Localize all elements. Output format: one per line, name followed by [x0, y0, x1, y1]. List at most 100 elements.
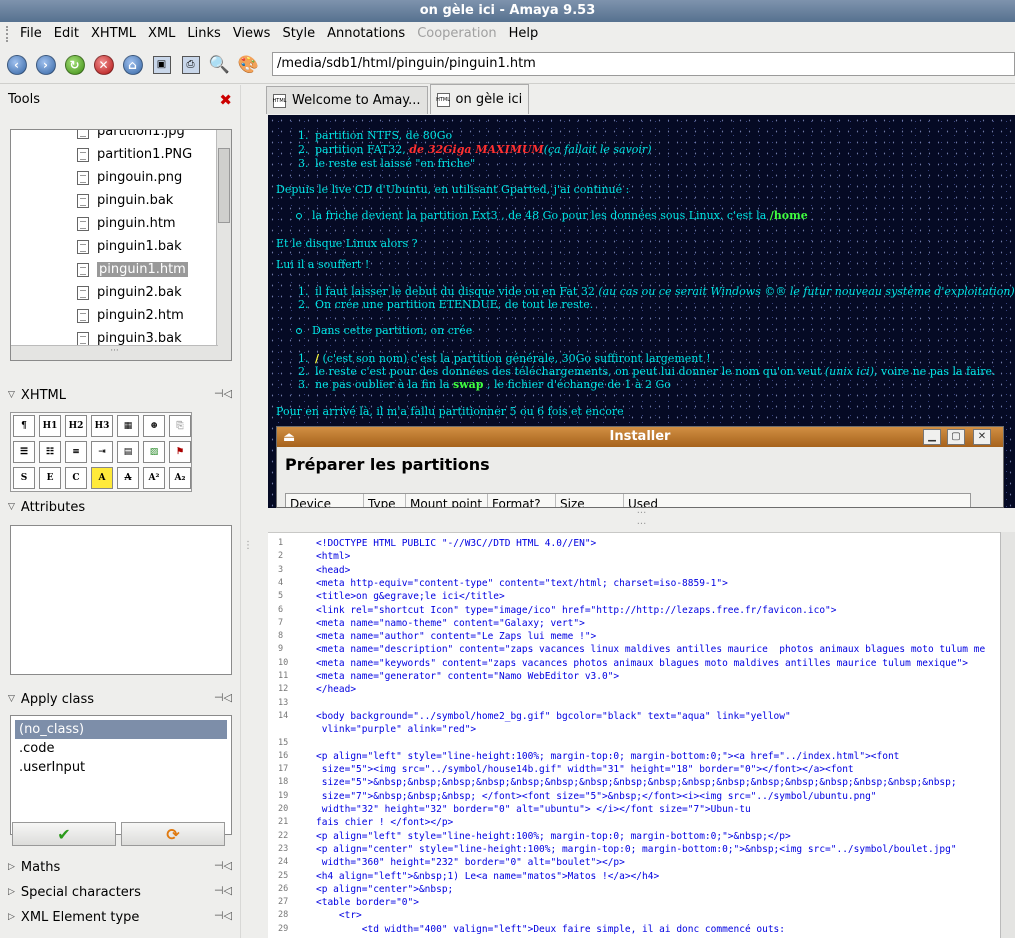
target-button[interactable]: ⊕	[143, 415, 165, 437]
h1-button[interactable]: H1	[39, 415, 61, 437]
file-list-scrollbar[interactable]	[216, 130, 231, 360]
home-button[interactable]: ⌂	[118, 48, 147, 82]
source-scrollbar[interactable]	[1000, 532, 1015, 938]
bullet-list-button[interactable]: ☰	[13, 441, 35, 463]
view-splitter[interactable]: ··· ···	[268, 508, 1015, 532]
reload-button[interactable]: ↻	[60, 48, 89, 82]
pin-icon[interactable]: ⊣◁	[214, 859, 232, 872]
print-button[interactable]: ⎙	[176, 48, 205, 82]
h2-button[interactable]: H2	[65, 415, 87, 437]
class-item[interactable]: (no_class)	[15, 720, 227, 739]
tab-welcome[interactable]: HTML Welcome to Amay...	[266, 86, 428, 114]
menu-style[interactable]: Style	[276, 22, 321, 46]
close-icon[interactable]: ✖	[219, 91, 232, 109]
menu-views[interactable]: Views	[227, 22, 277, 46]
image-button[interactable]: ▨	[143, 441, 165, 463]
back-button[interactable]: ‹	[2, 48, 31, 82]
refresh-class-button[interactable]: ⟳	[121, 822, 225, 846]
line-number: 15	[278, 737, 289, 748]
paragraph-button[interactable]: ¶	[13, 415, 35, 437]
line-number: 29	[278, 923, 289, 934]
pin-icon[interactable]: ⊣◁	[214, 884, 232, 897]
file-item-selected[interactable]: pinguin1.htm	[11, 258, 231, 281]
stop-button[interactable]: ✕	[89, 48, 118, 82]
xml-element-type-header[interactable]: ▷ XML Element type ⊣◁	[0, 905, 240, 929]
file-item[interactable]: partition1.PNG	[11, 143, 231, 166]
palette-icon: 🎨	[237, 54, 260, 75]
file-icon	[77, 130, 89, 139]
source-code: </head>	[316, 684, 357, 696]
file-icon	[77, 216, 89, 231]
file-item[interactable]: pinguin1.bak	[11, 235, 231, 258]
strikethrough-button[interactable]: A	[117, 467, 139, 489]
source-code: <td width="400" valign="left">Deux faire…	[316, 923, 785, 935]
file-item[interactable]: pinguin2.bak	[11, 281, 231, 304]
attributes-header[interactable]: ▽ Attributes	[0, 495, 240, 519]
file-item[interactable]: pingouin.png	[11, 166, 231, 189]
attributes-box[interactable]	[10, 525, 232, 675]
numbered-list-button[interactable]: ☷	[39, 441, 61, 463]
source-code: <meta name="author" content="Le Zaps lui…	[316, 631, 597, 643]
address-input[interactable]: /media/sdb1/html/pinguin/pinguin1.htm	[272, 52, 1015, 76]
maths-header[interactable]: ▷ Maths ⊣◁	[0, 855, 240, 879]
file-item[interactable]: partition1.jpg	[11, 130, 231, 143]
definition-list-button[interactable]: ≡	[65, 441, 87, 463]
maximize-icon: ▢	[947, 429, 965, 445]
preformatted-button[interactable]: ▤	[117, 441, 139, 463]
menu-file[interactable]: File	[14, 22, 48, 46]
indent-button[interactable]: ⇥	[91, 441, 113, 463]
file-item[interactable]: pinguin.htm	[11, 212, 231, 235]
menu-edit[interactable]: Edit	[48, 22, 85, 46]
class-item[interactable]: .userInput	[15, 758, 227, 777]
line-number: 6	[278, 604, 284, 615]
apply-class-button[interactable]: ✔	[12, 822, 116, 846]
menu-xml[interactable]: XML	[142, 22, 181, 46]
table-button[interactable]: ▦	[117, 415, 139, 437]
emphasis-button[interactable]: E	[39, 467, 61, 489]
panel-splitter[interactable]: ⋮	[240, 85, 264, 938]
menu-links[interactable]: Links	[181, 22, 226, 46]
pin-icon[interactable]: ⊣◁	[214, 909, 232, 922]
file-item[interactable]: pinguin.bak	[11, 189, 231, 212]
menu-help[interactable]: Help	[503, 22, 545, 46]
xhtml-header[interactable]: ▽ XHTML ⊣◁	[0, 383, 240, 407]
find-button[interactable]: 🔍	[205, 48, 234, 82]
file-icon	[77, 262, 89, 277]
strong-button[interactable]: S	[13, 467, 35, 489]
forward-button[interactable]: ›	[31, 48, 60, 82]
pin-icon[interactable]: ⊣◁	[214, 691, 232, 704]
paragraph: Depuis le live CD d'Ubuntu, en utilisant…	[276, 183, 630, 196]
copy-button[interactable]: ⎘	[169, 415, 191, 437]
style-button[interactable]: 🎨	[234, 48, 263, 82]
source-view[interactable]: 1 <!DOCTYPE HTML PUBLIC "-//W3C//DTD HTML…	[268, 532, 1015, 938]
special-characters-header[interactable]: ▷ Special characters ⊣◁	[0, 880, 240, 904]
line-number: 17	[278, 764, 289, 775]
source-code: <h4 align="left">&nbsp;1) Le<a name="mat…	[316, 870, 660, 882]
subscript-button[interactable]: A₂	[169, 467, 191, 489]
file-list-hscrollbar[interactable]: ···	[11, 345, 218, 360]
menu-annotations[interactable]: Annotations	[321, 22, 411, 46]
highlight-button[interactable]: A	[91, 467, 113, 489]
code-button[interactable]: C	[65, 467, 87, 489]
file-list[interactable]: partition1.jpg partition1.PNG pingouin.p…	[10, 129, 232, 361]
apply-class-header[interactable]: ▽ Apply class ⊣◁	[0, 687, 240, 711]
file-item[interactable]: pinguin2.htm	[11, 304, 231, 327]
save-button[interactable]: ▣	[147, 48, 176, 82]
object-button[interactable]: ⚑	[169, 441, 191, 463]
expand-icon: ▷	[8, 912, 15, 922]
html-file-icon: HTML	[436, 92, 450, 107]
scroll-thumb[interactable]	[218, 148, 230, 223]
line-number: 19	[278, 790, 289, 801]
pin-icon[interactable]: ⊣◁	[214, 387, 232, 400]
superscript-button[interactable]: A²	[143, 467, 165, 489]
h3-button[interactable]: H3	[91, 415, 113, 437]
source-code: <p align="left" style="line-height:100%;…	[316, 830, 791, 842]
class-item[interactable]: .code	[15, 739, 227, 758]
reload-icon: ↻	[64, 54, 85, 75]
menu-xhtml[interactable]: XHTML	[85, 22, 142, 46]
tab-on-gele-ici[interactable]: HTML on gèle ici	[429, 84, 530, 114]
line-number: 7	[278, 617, 284, 628]
minimize-icon: ▁	[923, 429, 941, 445]
paragraph: Pour en arrivé là, il m'a fallu partitio…	[276, 405, 624, 418]
source-code: <!DOCTYPE HTML PUBLIC "-//W3C//DTD HTML …	[316, 538, 597, 549]
